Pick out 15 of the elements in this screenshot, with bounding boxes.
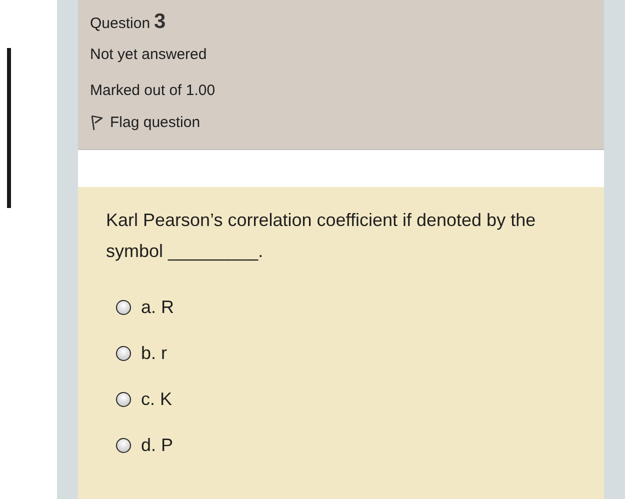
option-label[interactable]: a. R	[141, 296, 174, 318]
radio-button[interactable]	[116, 300, 131, 314]
option-label[interactable]: d. P	[141, 434, 174, 456]
marks-text: Marked out of 1.00	[90, 82, 216, 101]
question-text: Karl Pearson’s correlation coefficient if denoted by the symbol _________.	[106, 209, 537, 263]
question-label: Question	[90, 15, 150, 32]
option-label[interactable]: b. r	[141, 342, 168, 364]
radio-button[interactable]	[116, 346, 131, 360]
radio-button[interactable]	[116, 438, 131, 452]
answer-status: Not yet answered	[90, 46, 208, 65]
question-number: 3	[154, 10, 166, 34]
option-label[interactable]: c. K	[141, 388, 172, 410]
flag-question-link[interactable]: Flag question	[110, 114, 200, 131]
flag-icon[interactable]	[90, 114, 104, 130]
radio-button[interactable]	[116, 392, 131, 406]
